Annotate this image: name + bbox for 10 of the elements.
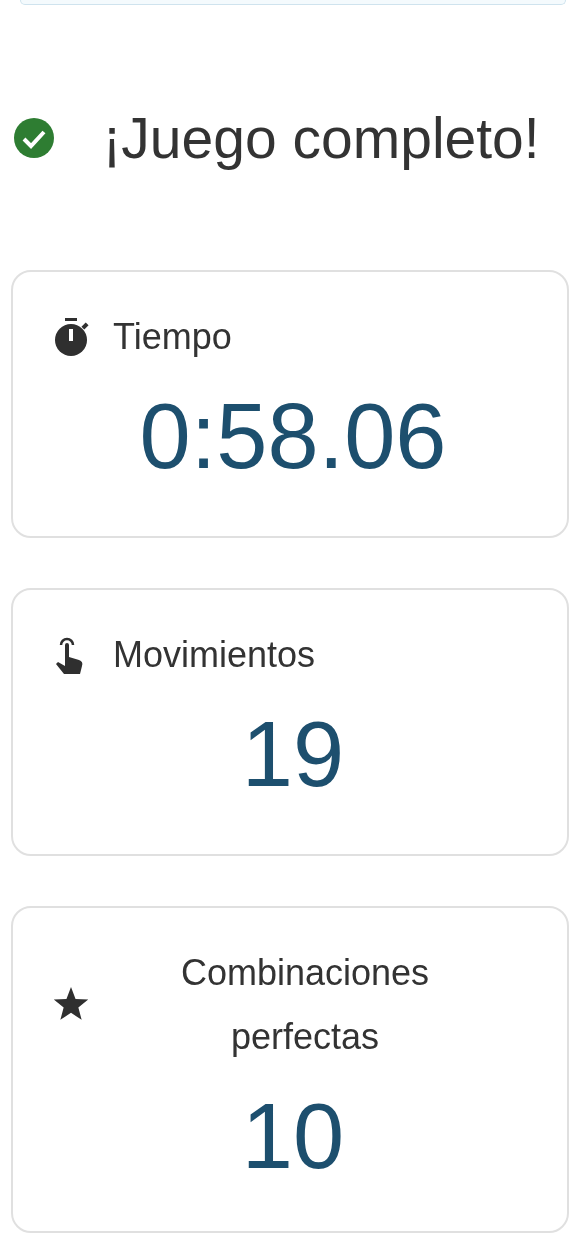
stat-value: 10 [240, 1084, 346, 1189]
check-icon [14, 117, 54, 158]
star-icon [52, 987, 90, 1023]
stat-label: Tiempo [113, 315, 233, 359]
stat-value: 19 [240, 702, 346, 807]
stat-label: Combinaciones perfectas [179, 951, 431, 1059]
stat-value: 0:58.06 [138, 384, 448, 489]
stat-label: Movimientos [113, 633, 317, 677]
game-complete-title: ¡Juego completo! [101, 104, 541, 172]
stopwatch-icon [52, 317, 90, 357]
